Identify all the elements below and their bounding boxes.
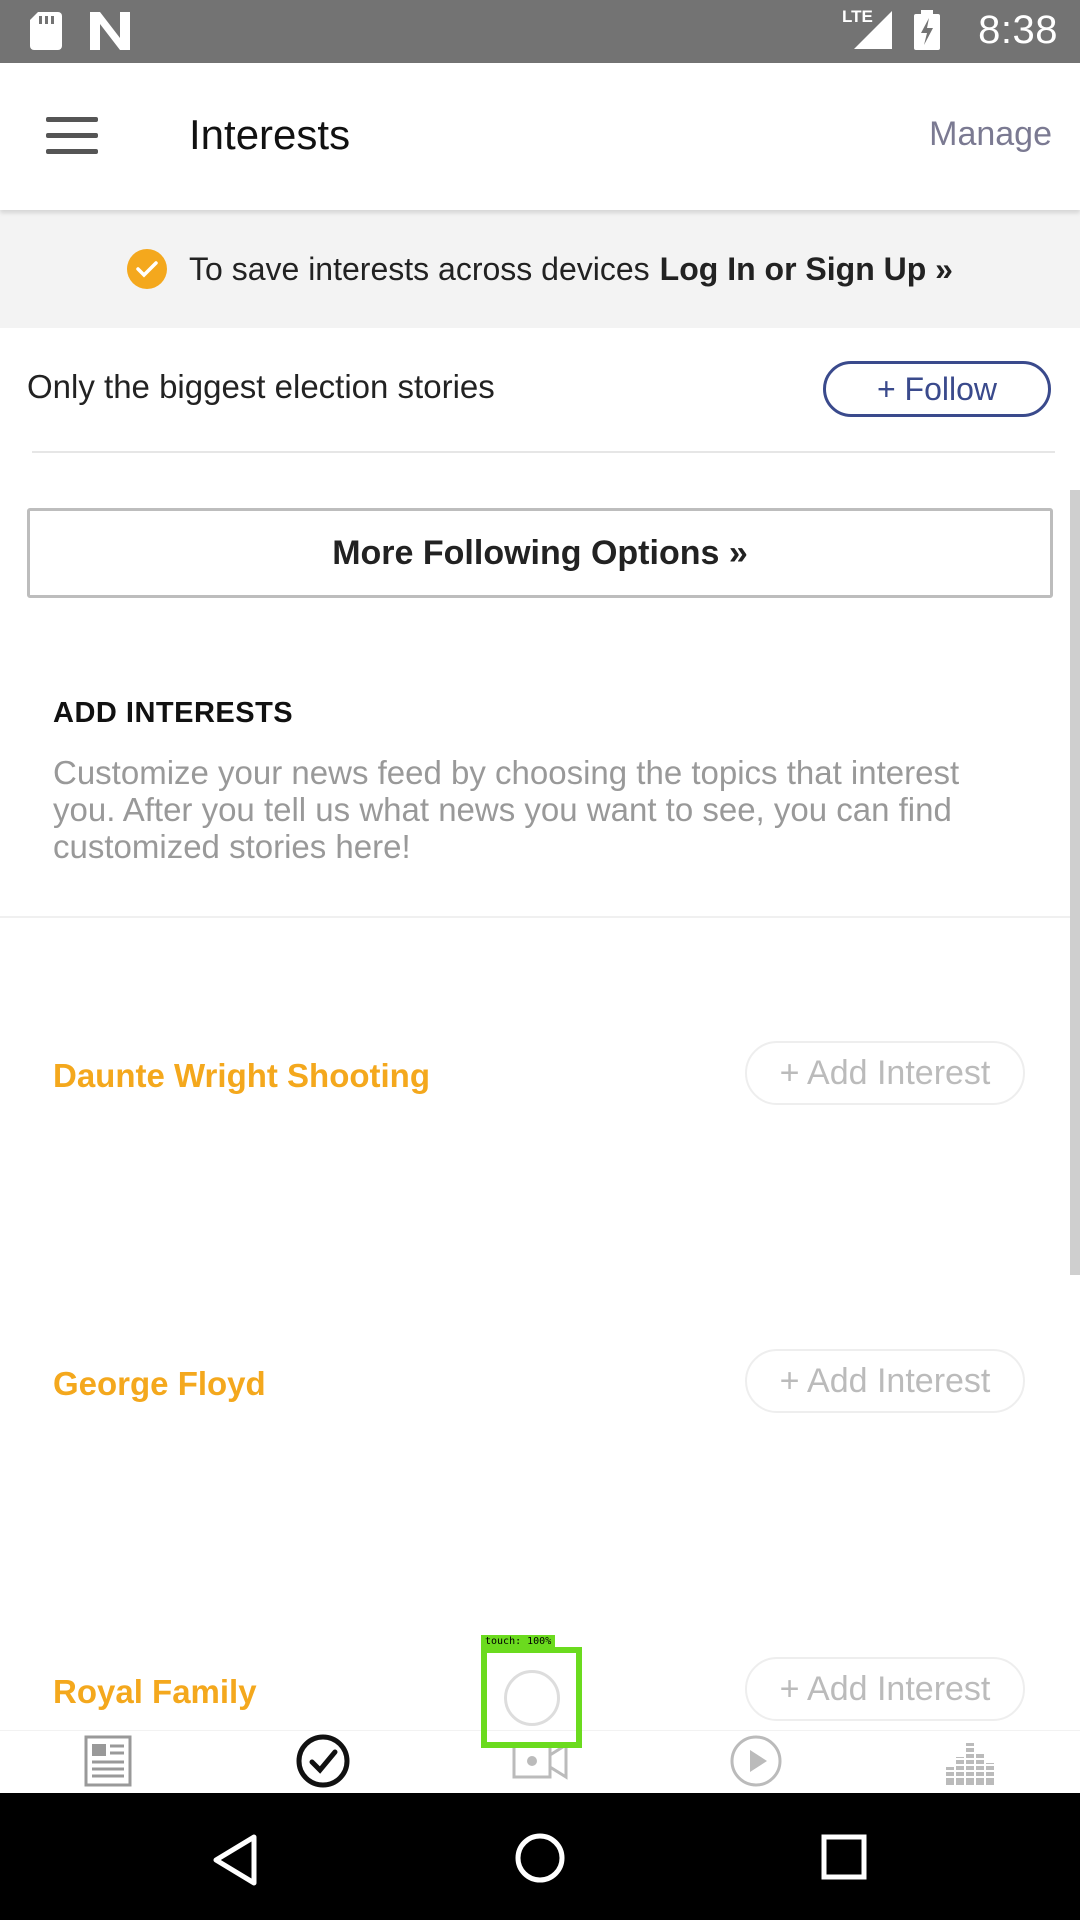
recents-icon[interactable]: [820, 1833, 868, 1881]
app-bar: Interests Manage: [0, 63, 1080, 210]
section-heading: ADD INTERESTS: [53, 697, 294, 729]
check-circle-icon: [127, 249, 168, 289]
follow-row-label: Only the biggest election stories: [27, 368, 495, 405]
battery-charging-icon: [914, 10, 940, 50]
touch-label: touch: 100%: [481, 1635, 556, 1648]
add-interest-button[interactable]: + Add Interest: [745, 1041, 1025, 1105]
menu-icon[interactable]: [46, 117, 98, 155]
interests-check-icon[interactable]: [293, 1731, 353, 1791]
sd-card-icon: [30, 12, 62, 50]
back-icon[interactable]: [210, 1833, 260, 1887]
election-follow-row: Only the biggest election stories + Foll…: [0, 328, 1080, 452]
manage-button[interactable]: Manage: [929, 115, 1052, 154]
status-bar: LTE 8:38: [0, 0, 1080, 63]
network-type-label: LTE: [842, 7, 873, 26]
page-title: Interests: [189, 111, 351, 158]
topic-name[interactable]: Royal Family: [53, 1673, 257, 1711]
touch-highlight-box: [481, 1647, 582, 1748]
login-signup-link[interactable]: Log In or Sign Up »: [660, 251, 953, 288]
section-description: Customize your news feed by choosing the…: [53, 754, 960, 865]
add-interest-button[interactable]: + Add Interest: [745, 1349, 1025, 1413]
audio-icon[interactable]: [942, 1731, 1002, 1791]
add-interest-button[interactable]: + Add Interest: [745, 1657, 1025, 1721]
divider: [0, 916, 1080, 918]
login-banner: To save interests across devices Log In …: [0, 210, 1080, 328]
more-following-options-button[interactable]: More Following Options »: [27, 508, 1053, 598]
banner-text: To save interests across devices: [189, 250, 650, 287]
home-icon[interactable]: [513, 1831, 567, 1885]
system-nav-bar: [0, 1793, 1080, 1920]
add-interests-section: ADD INTERESTS Customize your news feed b…: [53, 697, 1013, 865]
divider: [32, 451, 1055, 453]
play-icon[interactable]: [726, 1731, 786, 1791]
follow-button[interactable]: + Follow: [823, 361, 1051, 417]
topic-name[interactable]: George Floyd: [53, 1365, 266, 1403]
n-notification-icon: [90, 12, 130, 50]
topic-row: George Floyd + Add Interest: [0, 1349, 1060, 1429]
topic-row: Daunte Wright Shooting + Add Interest: [0, 1041, 1060, 1121]
status-time: 8:38: [978, 8, 1058, 52]
topic-name[interactable]: Daunte Wright Shooting: [53, 1057, 430, 1095]
scrollbar[interactable]: [1070, 490, 1080, 1275]
news-icon[interactable]: [78, 1731, 138, 1791]
signal-icon: LTE: [842, 7, 892, 49]
